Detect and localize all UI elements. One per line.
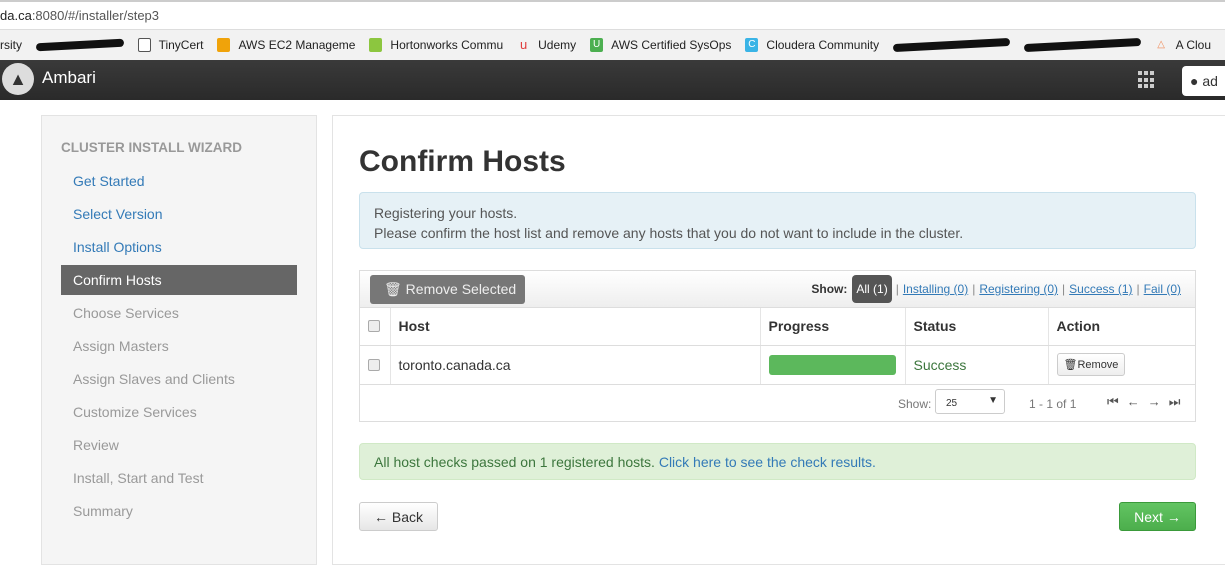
hosts-table-panel: 🗑 Remove Selected Show: All (1) | Install… xyxy=(359,270,1196,422)
filter-installing[interactable]: Installing (0) xyxy=(903,282,968,296)
row-checkbox[interactable] xyxy=(368,358,380,371)
page-title: Confirm Hosts xyxy=(359,145,566,178)
last-page-icon[interactable]: ⏭ xyxy=(1169,394,1189,409)
page-range: 1 - 1 of 1 xyxy=(1029,396,1077,411)
next-button[interactable]: Next → xyxy=(1119,502,1196,531)
filter-success[interactable]: Success (1) xyxy=(1069,282,1132,296)
bookmark[interactable]: AWS EC2 Manageme xyxy=(217,38,355,52)
success-alert: All host checks passed on 1 registered h… xyxy=(359,443,1196,480)
sidebar-item-review: Review xyxy=(73,437,119,453)
redacted-bookmark[interactable] xyxy=(1023,37,1141,53)
sidebar-title: CLUSTER INSTALL WIZARD xyxy=(61,140,242,155)
sidebar-item-choose-services: Choose Services xyxy=(73,305,179,321)
sidebar-item-confirm-hosts[interactable]: Confirm Hosts xyxy=(61,265,297,295)
table-row: toronto.canada.ca Success 🗑Remove xyxy=(360,345,1195,385)
page-size-label: Show: xyxy=(898,396,932,411)
select-all-checkbox[interactable] xyxy=(368,320,380,333)
table-header: Host Progress Status Action xyxy=(360,308,1195,346)
next-page-icon[interactable]: → xyxy=(1148,394,1169,409)
views-grid-icon[interactable] xyxy=(1138,71,1156,89)
wizard-sidebar: CLUSTER INSTALL WIZARD Get Started Select… xyxy=(41,115,317,565)
udemy-icon: u xyxy=(520,37,528,52)
filter-fail[interactable]: Fail (0) xyxy=(1144,282,1181,296)
hosts-table: Host Progress Status Action toronto.cana… xyxy=(360,308,1195,385)
address-bar[interactable]: da.ca:8080/#/installer/step3 xyxy=(0,0,1225,30)
sidebar-item-install-options[interactable]: Install Options xyxy=(61,232,297,262)
brand-name[interactable]: Ambari xyxy=(42,68,96,88)
sidebar-item-customize-services: Customize Services xyxy=(73,404,197,420)
check-results-link[interactable]: Click here to see the check results. xyxy=(659,454,876,470)
back-button[interactable]: ← Back xyxy=(359,502,438,531)
u-icon: U xyxy=(590,38,604,52)
user-icon: ● xyxy=(1190,73,1199,89)
info-alert: Registering your hosts. Please confirm t… xyxy=(359,192,1196,249)
redacted-bookmark[interactable] xyxy=(892,37,1011,53)
status-text[interactable]: Success xyxy=(905,345,1049,385)
remove-selected-button[interactable]: 🗑 Remove Selected xyxy=(370,275,525,304)
col-status[interactable]: Status xyxy=(905,308,1049,346)
trash-icon: 🗑 xyxy=(1063,359,1078,371)
redacted-bookmark[interactable] xyxy=(35,38,124,52)
bookmark[interactable]: u Udemy xyxy=(517,37,576,53)
page-size-select[interactable]: 25 ▼ xyxy=(935,388,1005,414)
sidebar-item-get-started[interactable]: Get Started xyxy=(61,166,297,196)
info-line: Please confirm the host list and remove … xyxy=(374,225,964,241)
c-icon: C xyxy=(745,38,759,52)
col-action: Action xyxy=(1048,308,1195,346)
bookmark[interactable]: C Cloudera Community xyxy=(745,38,879,52)
top-navbar: ▲ Ambari ● ad xyxy=(0,60,1225,100)
bookmark[interactable]: △ A Clou xyxy=(1155,38,1211,52)
col-progress[interactable]: Progress xyxy=(760,308,906,346)
cloud-icon: △ xyxy=(1157,39,1165,50)
page-icon xyxy=(137,38,151,52)
remove-host-button[interactable]: 🗑Remove xyxy=(1056,353,1126,376)
aws-icon xyxy=(217,38,231,52)
first-page-icon[interactable]: ⏮ xyxy=(1107,394,1127,409)
table-toolbar: 🗑 Remove Selected Show: All (1) | Install… xyxy=(360,271,1195,308)
bookmark[interactable]: U AWS Certified SysOps xyxy=(590,38,731,52)
show-label: Show: xyxy=(811,282,848,296)
host-name: toronto.canada.ca xyxy=(390,345,761,385)
sidebar-item-assign-masters: Assign Masters xyxy=(73,338,169,354)
hortonworks-icon xyxy=(369,38,383,52)
prev-page-icon[interactable]: ← xyxy=(1127,394,1148,409)
sidebar-item-install-start-and-test: Install, Start and Test xyxy=(73,470,204,486)
filter-registering[interactable]: Registering (0) xyxy=(979,282,1058,296)
info-line: Registering your hosts. xyxy=(374,205,518,221)
sidebar-item-summary: Summary xyxy=(73,503,133,519)
col-host[interactable]: Host xyxy=(390,308,761,346)
status-filters: Show: All (1) | Installing (0) | Registeri… xyxy=(811,275,1185,303)
sidebar-item-select-version[interactable]: Select Version xyxy=(61,199,297,229)
main-panel: Confirm Hosts Registering your hosts. Pl… xyxy=(332,115,1225,565)
chevron-down-icon: ▼ xyxy=(988,394,998,406)
progress-bar xyxy=(768,354,896,375)
bookmark[interactable]: TinyCert xyxy=(137,38,203,52)
filter-all[interactable]: All (1) xyxy=(852,275,892,303)
trash-icon: 🗑 xyxy=(384,281,402,297)
user-menu-button[interactable]: ● ad xyxy=(1182,66,1225,96)
bookmark[interactable]: Hortonworks Commu xyxy=(369,38,503,52)
sidebar-item-assign-slaves-and-clients: Assign Slaves and Clients xyxy=(73,371,235,387)
bookmark[interactable]: rsity xyxy=(0,38,22,52)
bookmarks-bar: rsity TinyCert AWS EC2 Manageme Hortonwo… xyxy=(0,30,1225,60)
ambari-logo-icon[interactable]: ▲ xyxy=(2,63,34,95)
pagination: Show: 25 ▼ 1 - 1 of 1 ⏮←→⏭ xyxy=(360,385,1195,422)
